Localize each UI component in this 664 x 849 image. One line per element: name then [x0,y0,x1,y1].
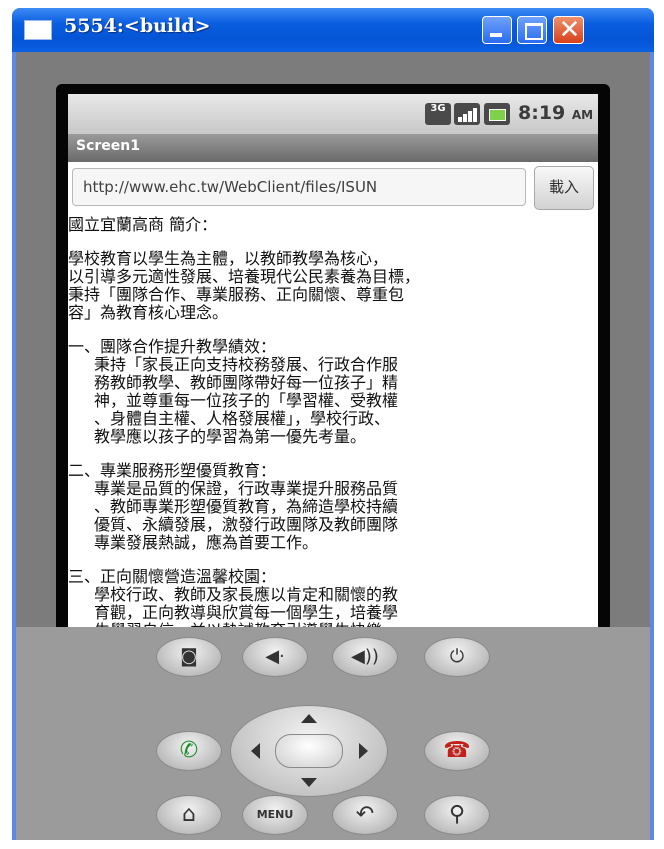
minimize-icon [490,33,502,37]
content-line: 學校教育以學生為主體，以教師教學為核心， [68,249,389,268]
content-line: 神，並尊重每一位孩子的「學習權、受教權 [94,391,399,410]
clock: 8:19 AM [518,102,593,124]
clock-ampm: AM [571,108,594,122]
device-screen: 3G 8:19 AM Screen1 載入 [68,94,598,638]
power-button[interactable]: ⏻ [424,637,490,677]
camera-button[interactable]: ◙ [156,637,222,677]
dpad-left-icon[interactable] [251,743,260,759]
content-line: 秉持「團隊合作、專業服務、正向關懷、尊重包 [68,285,405,304]
dpad-right-icon[interactable] [359,743,368,759]
maximize-button[interactable] [517,16,547,44]
content-line: 二、專業服務形塑優質教育： [68,461,277,480]
content-line: 、教師專業形塑優質教育，為締造學校持續 [94,497,399,516]
load-button[interactable]: 載入 [534,166,594,210]
menu-button[interactable]: MENU [242,795,308,835]
hardware-controls-panel: ◙ ◀· ◀)) ⏻ ✆ ☎ ⌂ MENU ↶ ⚲ [16,627,650,840]
call-button[interactable]: ✆ [156,731,222,771]
power-icon: ⏻ [449,646,465,667]
content-line: 專業發展熱誠，應為首要工作。 [94,533,319,552]
minimize-button[interactable] [482,16,512,44]
phone-call-icon: ✆ [179,738,199,763]
content-line: 容」為教育核心理念。 [68,303,229,322]
content-line: 、身體自主權、人格發展權」，學校行政、 [94,409,391,428]
clock-time: 8:19 [518,102,566,124]
volume-down-button[interactable]: ◀· [242,637,308,677]
content-line: 務教師教學、教師團隊帶好每一位孩子」精 [94,373,399,392]
app-title: Screen1 [76,138,140,154]
home-icon: ⌂ [182,802,196,827]
search-button[interactable]: ⚲ [424,795,490,835]
content-line: 專業是品質的保證，行政專業提升服務品質 [94,479,399,498]
signal-strength-icon [454,103,480,125]
volume-up-icon: ◀)) [351,646,379,667]
close-button[interactable]: ✕ [553,15,584,45]
emulator-window: 5554:<build> ✕ 3G 8:19 AM Screen1 http:/… [12,8,654,840]
title-bar[interactable]: 5554:<build> ✕ [12,8,654,52]
window-title: 5554:<build> [64,15,211,37]
content-line: 一、團隊合作提升教學績效： [68,337,277,356]
content-line: 教學應以孩子的學習為第一優先考量。 [94,427,367,446]
app-title-bar: Screen1 [68,134,598,162]
close-icon: ✕ [558,15,581,45]
content-line: 秉持「家長正向支持校務發展、行政合作服 [94,355,399,374]
network-3g-icon: 3G [425,103,451,125]
volume-down-icon: ◀· [265,646,285,667]
camera-icon: ◙ [180,646,198,667]
volume-up-button[interactable]: ◀)) [332,637,398,677]
menu-label: MENU [256,808,294,821]
content-line: 學校行政、教師及家長應以肯定和關懷的教 [94,585,399,604]
url-input[interactable] [72,168,526,206]
window-icon [24,20,52,40]
battery-icon [484,103,510,125]
web-content[interactable]: 國立宜蘭高商 簡介： 學校教育以學生為主體，以教師教學為核心， 以引導多元適性發展、… [68,212,598,639]
back-button[interactable]: ↶ [332,795,398,835]
home-button[interactable]: ⌂ [156,795,222,835]
dpad-center-button[interactable] [275,734,343,768]
content-line: 以引導多元適性發展、培養現代公民素養為目標， [68,267,421,286]
end-call-button[interactable]: ☎ [424,731,490,771]
dpad[interactable] [230,705,388,797]
content-line: 優質、永續發展，激發行政團隊及教師團隊 [94,515,399,534]
content-line: 國立宜蘭高商 簡介： [68,215,218,234]
back-icon: ↶ [355,802,375,827]
phone-end-icon: ☎ [443,738,471,763]
search-icon: ⚲ [448,802,466,827]
url-row: 載入 [68,162,598,212]
emulator-body: 3G 8:19 AM Screen1 載入 [16,52,650,840]
status-bar: 3G 8:19 AM [68,94,598,134]
content-line: 育觀，正向教導與欣賞每一個學生，培養學 [94,603,399,622]
dpad-up-icon[interactable] [301,714,317,723]
phone-frame: 3G 8:19 AM Screen1 載入 [56,84,610,646]
content-line: 三、正向關懷營造溫馨校園： [68,567,277,586]
maximize-icon [525,23,543,40]
dpad-down-icon[interactable] [301,778,317,787]
